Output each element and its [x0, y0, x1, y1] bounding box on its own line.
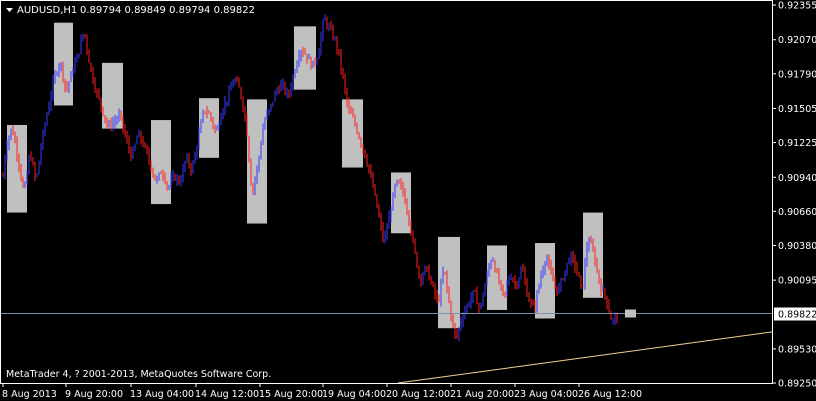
highlight-zone-5: [199, 98, 219, 158]
time-tick-label-6: 20 Aug 12:00: [386, 389, 450, 400]
price-tick-label-8: 0.90095: [778, 276, 816, 287]
highlight-zone-4: [151, 120, 171, 205]
price-tick-label-4: 0.91225: [778, 138, 816, 149]
price-tick-label-1: 0.92070: [778, 35, 816, 46]
time-tick-label-3: 14 Aug 12:00: [195, 389, 259, 400]
highlight-zone-12: [535, 243, 555, 319]
price-tick-label-3: 0.91505: [778, 104, 816, 115]
time-tick-label-8: 23 Aug 04:00: [514, 389, 578, 400]
highlight-zone-11: [487, 245, 507, 310]
time-tick-label-0: 8 Aug 2013: [2, 389, 57, 400]
price-tick-label-7: 0.90380: [778, 241, 816, 252]
time-tick-label-5: 19 Aug 04:00: [322, 389, 386, 400]
highlight-zone-13: [583, 212, 603, 298]
ohlc-readout: 0.89794 0.89849 0.89794 0.89822: [80, 5, 255, 16]
time-tick-label-9: 26 Aug 12:00: [578, 389, 642, 400]
chart-window[interactable]: AUDUSD,H1 0.89794 0.89849 0.89794 0.8982…: [0, 0, 816, 401]
copyright-text: MetaTrader 4, ? 2001-2013, MetaQuotes So…: [6, 369, 271, 380]
price-tick-label-10: 0.89250: [778, 379, 816, 390]
current-price-label: 0.89822: [778, 310, 816, 321]
current-price-marker: [625, 309, 636, 318]
time-tick-label-2: 13 Aug 04:00: [130, 389, 194, 400]
time-tick-label-7: 21 Aug 20:00: [450, 389, 514, 400]
price-tick-label-0: 0.92355: [778, 1, 816, 12]
highlight-zone-6: [247, 99, 267, 224]
price-tick-label-9: 0.89530: [778, 344, 816, 355]
time-tick-label-1: 9 Aug 20:00: [65, 389, 123, 400]
price-tick-label-5: 0.90940: [778, 173, 816, 184]
time-tick-label-4: 15 Aug 20:00: [259, 389, 323, 400]
price-tick-label-6: 0.90660: [778, 207, 816, 218]
price-tick-label-2: 0.91790: [778, 69, 816, 80]
symbol-title: AUDUSD,H1: [17, 5, 77, 16]
highlight-zone-7: [294, 26, 316, 90]
